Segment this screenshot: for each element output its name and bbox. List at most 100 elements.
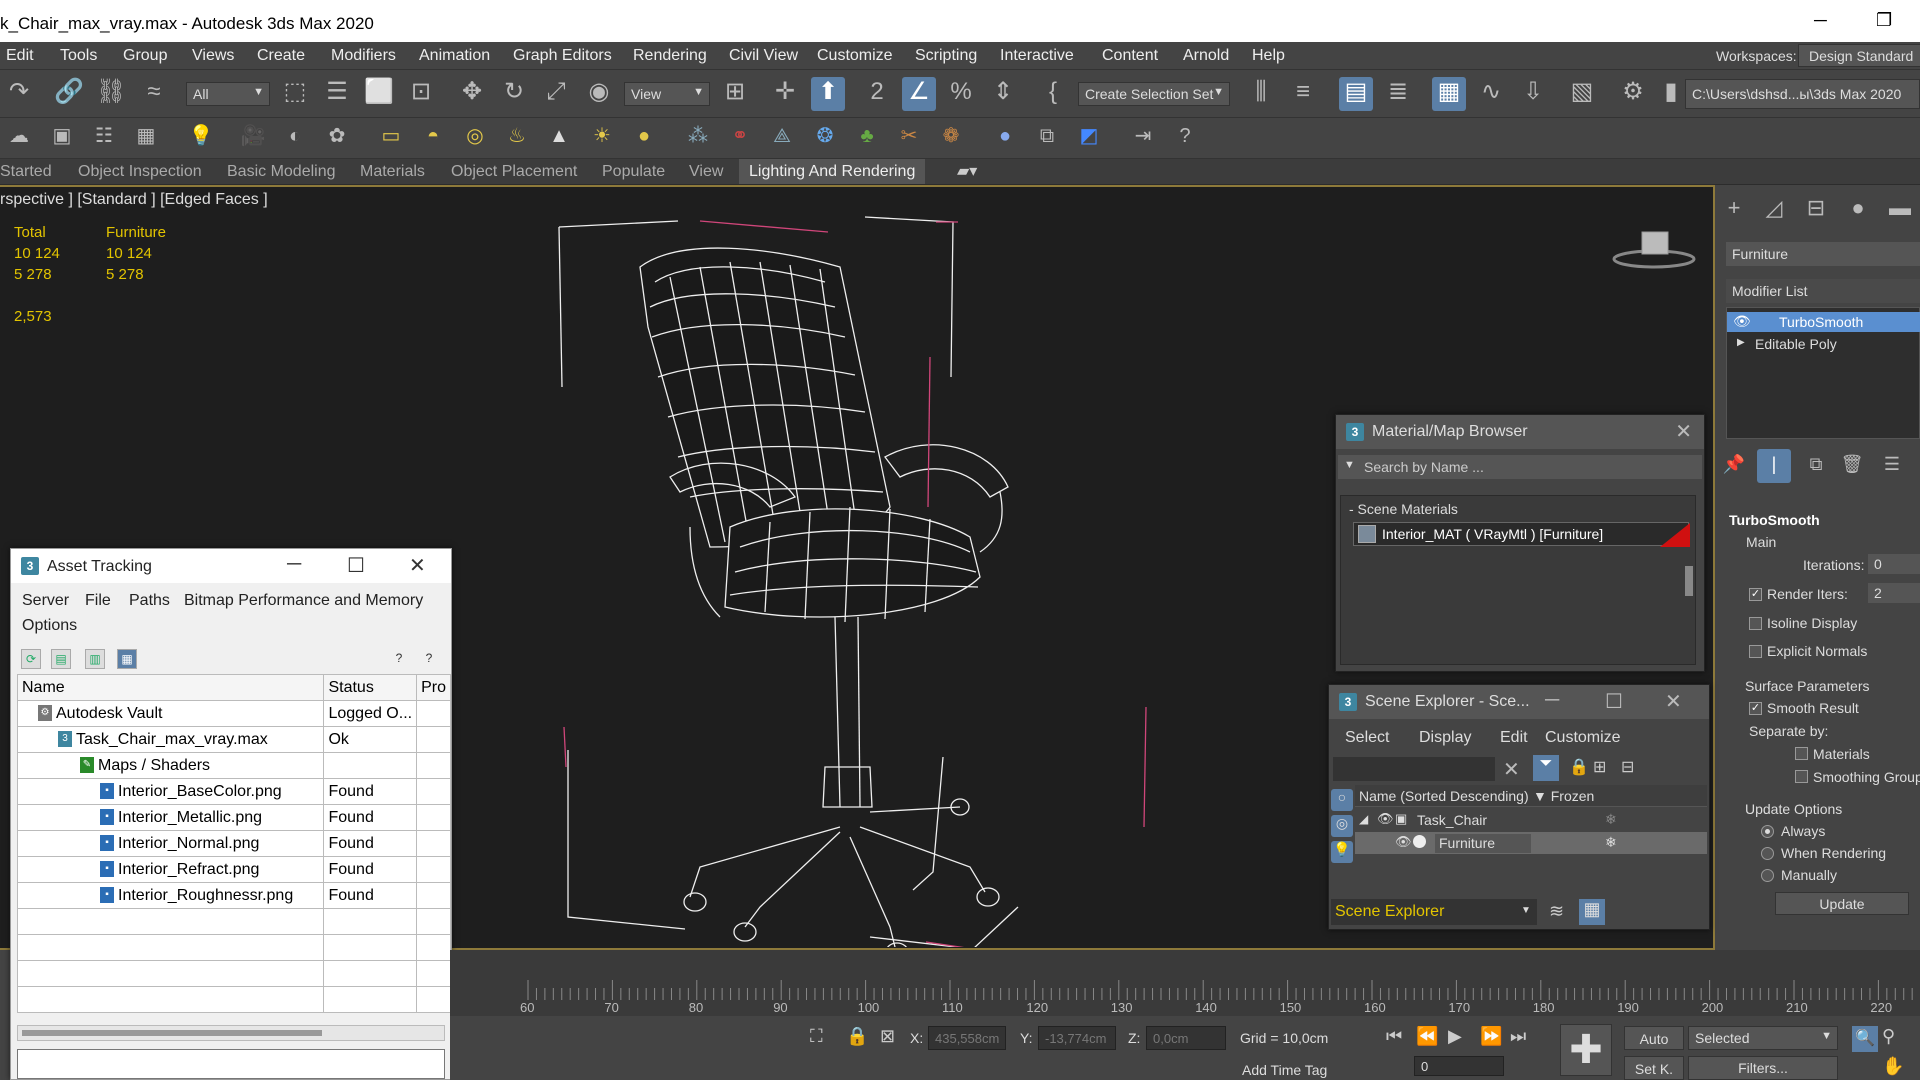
clear-search-icon[interactable]: ✕ — [1503, 757, 1520, 782]
isoline-display-checkbox[interactable] — [1749, 617, 1762, 630]
explorer-selector-dropdown[interactable]: Scene Explorer ▼ — [1331, 899, 1537, 925]
menu-animation[interactable]: Animation — [419, 47, 490, 65]
create-tab-icon[interactable]: + — [1717, 193, 1751, 227]
filter-icon[interactable]: ⏷ — [1533, 755, 1559, 781]
material-search-box[interactable]: ▼ Search by Name ... — [1338, 455, 1702, 479]
table-row[interactable]: ✎ Maps / Shaders — [16, 752, 451, 779]
zoom-icon[interactable]: 🔍 — [1852, 1026, 1878, 1052]
scene-explorer-toggle-icon[interactable]: ▤ — [1339, 77, 1373, 111]
stack-item-editable-poly[interactable]: ▶ Editable Poly — [1727, 334, 1920, 354]
tab-basic-modeling[interactable]: Basic Modeling — [227, 163, 336, 181]
select-manipulate-icon[interactable]: ✛ — [768, 77, 802, 111]
light-lister-icon[interactable]: 💡 — [184, 121, 218, 155]
show-end-result-icon[interactable]: | — [1757, 449, 1791, 483]
table-row[interactable]: ⚙ Autodesk Vault Logged O... — [16, 700, 451, 727]
asset-menu-bitmap-performance[interactable]: Bitmap Performance and Memory — [184, 592, 423, 610]
mirror-icon[interactable]: ⫼ — [1244, 77, 1278, 111]
help-icon[interactable]: ? — [1168, 121, 1202, 155]
render-frame-icon[interactable]: ▮ — [1654, 77, 1688, 111]
scrollbar-thumb[interactable] — [22, 1030, 322, 1036]
light-dome-icon[interactable]: ◓ — [416, 121, 450, 155]
export-icon[interactable]: ⇥ — [1126, 121, 1160, 155]
scene-search-field[interactable] — [1333, 757, 1495, 781]
maximize-icon[interactable]: ☐ — [347, 553, 365, 578]
sun-position-icon[interactable]: ◐ — [278, 121, 312, 155]
turbosmooth-rollout-title[interactable]: TurboSmooth — [1729, 512, 1820, 528]
vfb-icon[interactable]: ◩ — [1072, 121, 1106, 155]
update-when-rendering-radio[interactable] — [1761, 847, 1774, 860]
minimize-button[interactable]: ─ — [1814, 10, 1827, 31]
explicit-normals-checkbox[interactable] — [1749, 645, 1762, 658]
align-icon[interactable]: ≡ — [1286, 77, 1320, 111]
layer-explorer-icon[interactable]: ≣ — [1381, 77, 1415, 111]
display-objects-icon[interactable]: ○ — [1331, 789, 1353, 811]
set-key-mode-button[interactable]: Set K. — [1624, 1056, 1684, 1080]
menu-content[interactable]: Content — [1102, 47, 1158, 65]
list-icon[interactable]: ☷ — [87, 121, 121, 155]
percent-snap-icon[interactable]: % — [944, 77, 978, 111]
menu-views[interactable]: Views — [192, 47, 234, 65]
go-to-start-icon[interactable]: ⏮ — [1386, 1026, 1402, 1047]
smooth-result-checkbox[interactable]: ✓ — [1749, 702, 1762, 715]
previous-frame-icon[interactable]: ⏪ — [1416, 1026, 1438, 1047]
expand-icon[interactable]: ▶ — [1737, 337, 1745, 348]
iterations-spinner[interactable]: 0 — [1868, 554, 1920, 574]
play-icon[interactable]: ▶ — [1448, 1026, 1462, 1047]
search-options-icon[interactable]: ▼ — [1344, 459, 1355, 471]
menu-edit[interactable]: Edit — [6, 47, 34, 65]
decal-icon[interactable]: ❁ — [934, 121, 968, 155]
y-coordinate-field[interactable]: -13,774cm — [1038, 1026, 1116, 1050]
grid-view-icon[interactable]: ▦ — [117, 649, 137, 669]
tab-lighting-and-rendering[interactable]: Lighting And Rendering — [739, 159, 926, 184]
tab-object-placement[interactable]: Object Placement — [451, 163, 577, 181]
menu-customize[interactable]: Customize — [817, 47, 893, 65]
hierarchy-icon[interactable]: ⊞ — [1593, 757, 1606, 777]
menu-interactive[interactable]: Interactive — [1000, 47, 1074, 65]
render-iters-spinner[interactable]: 2 — [1868, 583, 1920, 603]
chair-wireframe-model[interactable] — [540, 207, 1180, 947]
project-path-field[interactable]: C:\Users\dshsd...ы\3ds Max 2020 — [1685, 79, 1920, 109]
link-icon[interactable]: 🔗 — [52, 77, 86, 111]
asset-path-field[interactable] — [17, 1049, 445, 1079]
viewcube[interactable] — [1610, 224, 1700, 274]
scatter-icon[interactable]: ♣ — [850, 121, 884, 155]
x-coordinate-field[interactable]: 435,558cm — [928, 1026, 1006, 1050]
table-row[interactable]: 3 Task_Chair_max_vray.max Ok — [16, 726, 451, 753]
scene-row-furniture[interactable]: 👁 Furniture ❄ — [1355, 832, 1707, 854]
add-time-tag[interactable]: Add Time Tag — [1242, 1062, 1327, 1078]
menu-group[interactable]: Group — [123, 47, 167, 65]
camera-icon[interactable]: 🎥 — [236, 121, 270, 155]
display-lights-icon[interactable]: 💡 — [1331, 841, 1353, 863]
timeline[interactable]: 60 70 80 90 100 110 120 130 140 150 160 170 180 190 20… — [450, 950, 1920, 1016]
scene-materials-group[interactable]: - Scene Materials — [1349, 501, 1458, 517]
path-column-header[interactable]: Pro — [416, 674, 451, 701]
asset-tracking-titlebar[interactable]: 3 Asset Tracking ─ ☐ ✕ — [11, 549, 451, 583]
list-view-icon[interactable]: ▤ — [51, 649, 71, 669]
restore-button[interactable]: ❐ — [1876, 10, 1892, 31]
vault-help-icon[interactable]: ? — [419, 649, 439, 669]
remove-modifier-icon[interactable]: 🗑 — [1835, 449, 1869, 483]
light-ies-icon[interactable]: ♨ — [500, 121, 534, 155]
tab-object-inspection[interactable]: Object Inspection — [78, 163, 202, 181]
scene-explorer-menu-select[interactable]: Select — [1345, 729, 1389, 747]
modifier-list-dropdown[interactable]: Modifier List — [1726, 279, 1920, 303]
move-icon[interactable]: ✥ — [455, 77, 489, 111]
scene-explorer-menu-edit[interactable]: Edit — [1500, 729, 1528, 747]
update-manually-radio[interactable] — [1761, 869, 1774, 882]
close-icon[interactable]: ✕ — [1665, 689, 1682, 714]
hierarchy-tab-icon[interactable]: ⊟ — [1799, 193, 1833, 227]
schematic-view-icon[interactable]: ⇩ — [1516, 77, 1550, 111]
close-icon[interactable]: ✕ — [409, 553, 426, 578]
table-row[interactable]: ▪ Interior_Roughnessr.png Found — [16, 882, 451, 909]
menu-create[interactable]: Create — [257, 47, 305, 65]
object-name-field[interactable]: Furniture — [1726, 242, 1920, 266]
current-frame-field[interactable]: 0 — [1414, 1056, 1504, 1076]
material-library-icon[interactable]: ⧉ — [1030, 121, 1064, 155]
keyboard-shortcut-override-icon[interactable]: ⬆ — [811, 77, 845, 111]
scene-explorer-menu-display[interactable]: Display — [1419, 729, 1471, 747]
update-button[interactable]: Update — [1775, 892, 1909, 915]
scene-explorer-menu-customize[interactable]: Customize — [1545, 729, 1621, 747]
light-spot-icon[interactable]: ▲ — [542, 121, 576, 155]
tab-materials[interactable]: Materials — [360, 163, 425, 181]
render-iters-checkbox[interactable]: ✓ — [1749, 588, 1762, 601]
